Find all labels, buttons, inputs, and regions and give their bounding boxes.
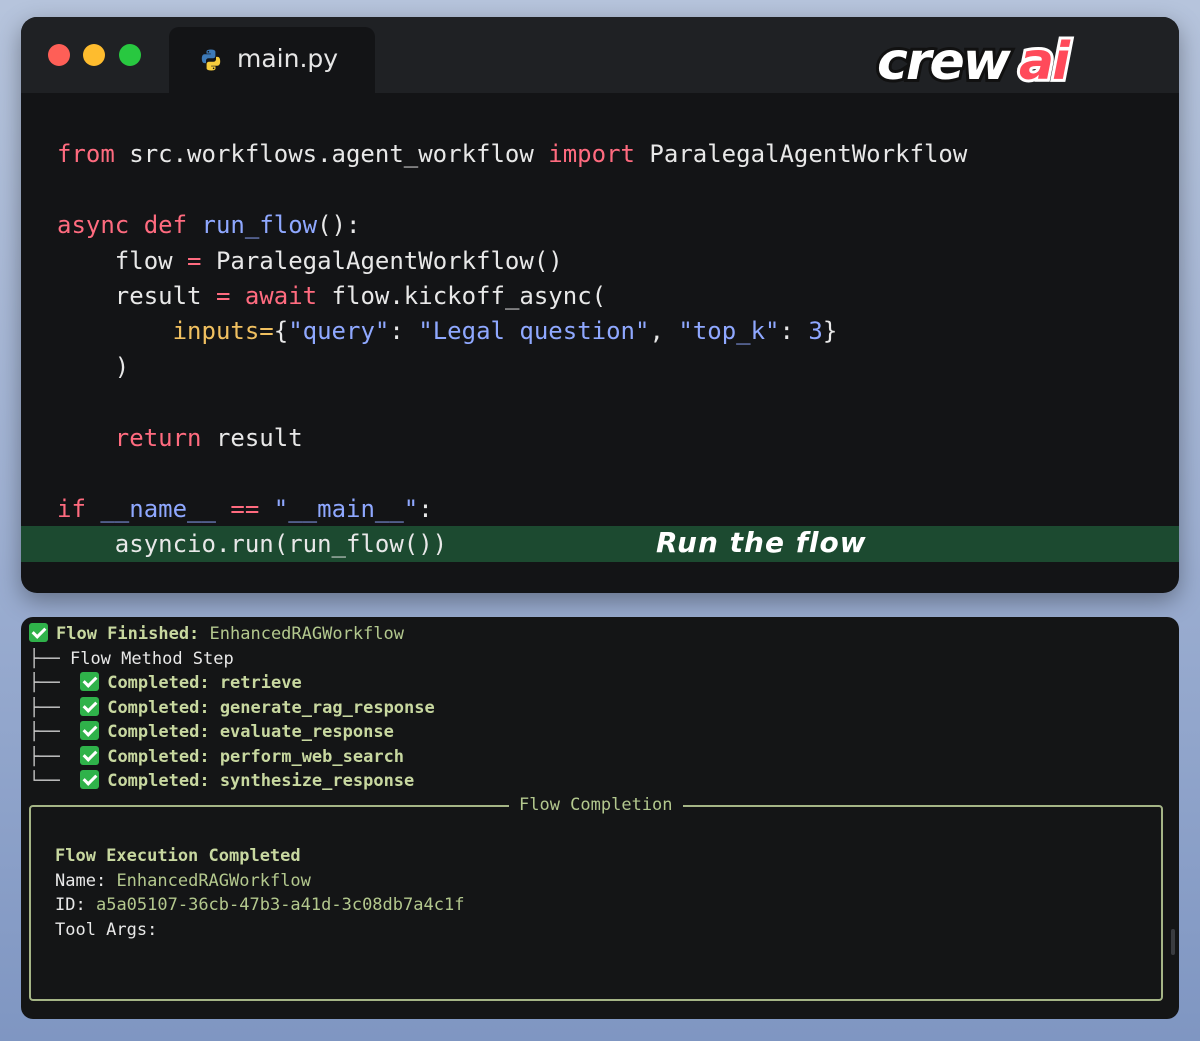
close-window-button[interactable]: [48, 44, 70, 66]
code-line-5: result = await flow.kickoff_async(: [57, 282, 607, 310]
svg-text:ai: ai: [1019, 32, 1071, 92]
code-line-1: from src.workflows.agent_workflow import…: [57, 140, 968, 168]
check-icon: [80, 746, 100, 765]
check-icon: [29, 623, 48, 642]
panel-title: Flow Completion: [509, 793, 683, 817]
code-line-3: async def run_flow():: [57, 211, 361, 239]
step-line-1: ├── Completed: retrieve: [29, 672, 302, 693]
check-icon: [80, 697, 100, 716]
code-line-12: asyncio.run(run_flow()): [57, 530, 448, 558]
step-line-2: ├── Completed: generate_rag_response: [29, 697, 435, 718]
code-area[interactable]: from src.workflows.agent_workflow import…: [21, 93, 1179, 593]
id-line: ID: a5a05107-36cb-47b3-a41d-3c08db7a4c1f: [55, 895, 465, 915]
flow-finished-line: Flow Finished: EnhancedRAGWorkflow: [29, 622, 404, 646]
minimize-window-button[interactable]: [83, 44, 105, 66]
title-bar: main.py crew ai: [21, 17, 1179, 95]
code-line-7: ): [57, 353, 130, 381]
tool-args-line: Tool Args:: [55, 920, 158, 940]
check-icon: [80, 770, 100, 789]
code-line-9: return result: [114, 424, 303, 452]
svg-text:crew: crew: [877, 32, 1012, 92]
completed-title: Flow Execution Completed: [55, 846, 301, 866]
tree-root-line: ├── Flow Method Step: [29, 649, 234, 669]
tab-main-py[interactable]: main.py: [169, 27, 375, 93]
step-line-3: ├── Completed: evaluate_response: [29, 721, 394, 742]
step-line-5: └── Completed: synthesize_response: [29, 770, 415, 791]
flow-completion-panel: Flow Completion Flow Execution Completed…: [29, 793, 1163, 1001]
name-line: Name: EnhancedRAGWorkflow: [55, 871, 311, 891]
run-the-flow-annotation: Run the flow: [656, 526, 867, 559]
terminal-output: Flow Finished: EnhancedRAGWorkflow ├── F…: [21, 617, 1179, 1019]
crewai-logo: crew ai: [869, 25, 1091, 95]
code-line-11: if __name__ == "__main__":: [57, 495, 433, 523]
step-line-4: ├── Completed: perform_web_search: [29, 746, 405, 767]
scrollbar-thumb[interactable]: [1171, 929, 1175, 955]
check-icon: [80, 672, 100, 691]
code-line-6: inputs={"query": "Legal question", "top_…: [172, 317, 838, 345]
python-file-icon: [199, 48, 223, 72]
check-icon: [80, 721, 100, 740]
maximize-window-button[interactable]: [119, 44, 141, 66]
tab-label: main.py: [237, 44, 339, 73]
code-line-4: flow = ParalegalAgentWorkflow(): [57, 247, 563, 275]
code-editor-window: main.py crew ai from src.workflows.agent…: [21, 17, 1179, 593]
